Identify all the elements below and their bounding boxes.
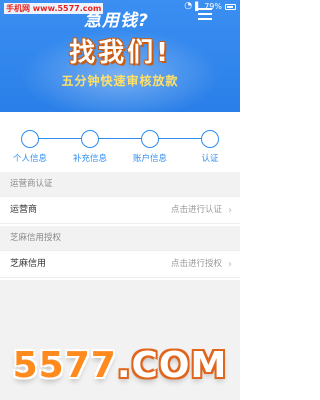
step-personal-info[interactable]: 个人信息: [0, 130, 60, 164]
wifi-icon: ◔: [184, 1, 193, 11]
header-main-title: 找我们!: [69, 38, 171, 68]
step-label: 个人信息: [12, 154, 47, 164]
step-label: 认证: [201, 154, 219, 164]
chevron-right-icon: ›: [228, 205, 232, 216]
progress-steps: 个人信息 补充信息 账户信息 认证: [0, 112, 240, 172]
chevron-right-icon: ›: [228, 259, 232, 270]
header-banner: 手机网 www.5577.com ◔ ▌ 79% 急用钱? 找我们! 五分钟快速…: [0, 0, 240, 112]
step-account-info[interactable]: 账户信息: [120, 130, 180, 164]
row-name: 运营商: [10, 205, 38, 215]
brand-number: 5577: [12, 345, 117, 386]
section-title-carrier: 运营商认证: [0, 172, 240, 196]
brand-suffix: .COM: [116, 345, 228, 386]
step-circle-icon: [21, 130, 39, 148]
step-circle-icon: [141, 130, 159, 148]
sesame-credit-row[interactable]: 芝麻信用 点击进行授权 ›: [0, 250, 240, 278]
row-name: 芝麻信用: [10, 259, 47, 269]
battery-icon: [225, 3, 236, 10]
step-verification[interactable]: 认证: [180, 130, 240, 164]
step-label: 账户信息: [132, 154, 167, 164]
step-circle-icon: [201, 130, 219, 148]
carrier-auth-row[interactable]: 运营商 点击进行认证 ›: [0, 196, 240, 224]
header-subtitle: 五分钟快速审核放款: [61, 74, 179, 88]
step-label: 补充信息: [72, 154, 107, 164]
brand-watermark: 5577.COM: [0, 345, 240, 386]
row-action-text: 点击进行授权: [170, 259, 222, 269]
section-title-sesame: 芝麻信用授权: [0, 226, 240, 250]
step-supplementary-info[interactable]: 补充信息: [60, 130, 120, 164]
menu-icon[interactable]: [198, 8, 212, 20]
row-action-text: 点击进行认证: [170, 205, 222, 215]
step-circle-icon: [81, 130, 99, 148]
header-top-text: 急用钱?: [84, 11, 149, 31]
